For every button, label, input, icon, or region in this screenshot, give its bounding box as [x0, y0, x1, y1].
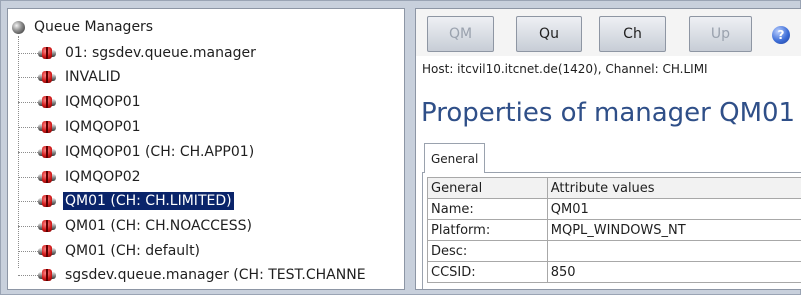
- column-header: Attribute values: [546, 177, 801, 199]
- queue-manager-icon: [38, 195, 56, 207]
- tree-item[interactable]: 01: sgsdev.queue.manager: [18, 42, 258, 64]
- tree-item[interactable]: IQMQOP01: [18, 116, 143, 138]
- table-header-row: General Attribute values: [427, 177, 801, 199]
- tree-item-label: IQMQOP01: [65, 119, 141, 135]
- tab-panel: General Attribute values Name: QM01 Plat…: [422, 173, 801, 289]
- attribute-value: [546, 240, 801, 262]
- tree-item-label: QM01 (CH: CH.NOACCESS): [65, 218, 253, 234]
- table-row[interactable]: Platform: MQPL_WINDOWS_NT: [427, 219, 801, 241]
- toolbar: QM Qu Ch Up ?: [416, 9, 801, 56]
- page-title: Properties of manager QM01: [421, 98, 796, 128]
- queue-manager-icon: [38, 96, 56, 108]
- attribute-name: Desc:: [427, 240, 548, 262]
- tree-item-label: QM01 (CH: default): [65, 243, 201, 259]
- queue-manager-tree[interactable]: Queue Managers 01: sgsdev.queue.manager …: [7, 8, 405, 290]
- queue-manager-icon: [38, 47, 56, 59]
- channels-button[interactable]: Ch: [599, 16, 666, 52]
- tree-item-selected[interactable]: QM01 (CH: CH.LIMITED): [18, 190, 234, 212]
- tab-strip: General: [422, 143, 801, 174]
- tree-item-label: INVALID: [65, 69, 121, 85]
- up-button[interactable]: Up: [689, 16, 752, 52]
- tab-general[interactable]: General: [424, 143, 486, 174]
- connection-info: Host: itcvil10.itcnet.de(1420), Channel:…: [422, 62, 708, 76]
- tree-item[interactable]: QM01 (CH: default): [18, 240, 202, 262]
- queues-button[interactable]: Qu: [516, 16, 582, 52]
- attribute-name: CCSID:: [427, 261, 548, 283]
- attribute-value: 850: [546, 261, 801, 283]
- queue-manager-icon: [38, 121, 56, 133]
- window-frame: Queue Managers 01: sgsdev.queue.manager …: [0, 0, 801, 295]
- tree-root[interactable]: Queue Managers: [12, 17, 155, 37]
- table-row[interactable]: Name: QM01: [427, 198, 801, 220]
- tree-item[interactable]: IQMQOP01 (CH: CH.APP01): [18, 141, 256, 163]
- help-icon[interactable]: ?: [772, 26, 790, 44]
- tree-item[interactable]: IQMQOP02: [18, 166, 143, 188]
- tree-root-label: Queue Managers: [34, 19, 154, 35]
- properties-table: General Attribute values Name: QM01 Plat…: [427, 177, 801, 283]
- queue-manager-icon: [38, 71, 56, 83]
- tree-item-label: IQMQOP01 (CH: CH.APP01): [65, 144, 255, 160]
- attribute-value: MQPL_WINDOWS_NT: [546, 219, 801, 241]
- qm-button[interactable]: QM: [427, 16, 494, 52]
- attribute-name: Name:: [427, 198, 548, 220]
- tree-item-label: QM01 (CH: CH.LIMITED): [63, 192, 234, 210]
- queue-manager-icon: [38, 245, 56, 257]
- queue-manager-icon: [38, 171, 56, 183]
- tree-item-label: 01: sgsdev.queue.manager: [65, 45, 256, 61]
- tree-item-label: IQMQOP02: [65, 169, 141, 185]
- tree-item-label: IQMQOP01: [65, 94, 141, 110]
- table-row[interactable]: CCSID: 850: [427, 261, 801, 283]
- queue-manager-icon: [38, 220, 56, 232]
- queue-manager-icon: [38, 146, 56, 158]
- table-row[interactable]: Desc:: [427, 240, 801, 262]
- tree-item[interactable]: sgsdev.queue.manager (CH: TEST.CHANNE: [18, 264, 368, 286]
- attribute-name: Platform:: [427, 219, 548, 241]
- column-header: General: [427, 177, 548, 199]
- properties-pane: QM Qu Ch Up ? Host: itcvil10.itcnet.de(1…: [415, 8, 801, 290]
- globe-icon: [12, 20, 25, 34]
- tree-item-label: sgsdev.queue.manager (CH: TEST.CHANNE: [65, 267, 366, 283]
- tree-item[interactable]: QM01 (CH: CH.NOACCESS): [18, 215, 254, 237]
- tree-item[interactable]: IQMQOP01: [18, 91, 143, 113]
- tree-item[interactable]: INVALID: [18, 66, 123, 88]
- queue-manager-icon: [38, 269, 56, 281]
- attribute-value: QM01: [546, 198, 801, 220]
